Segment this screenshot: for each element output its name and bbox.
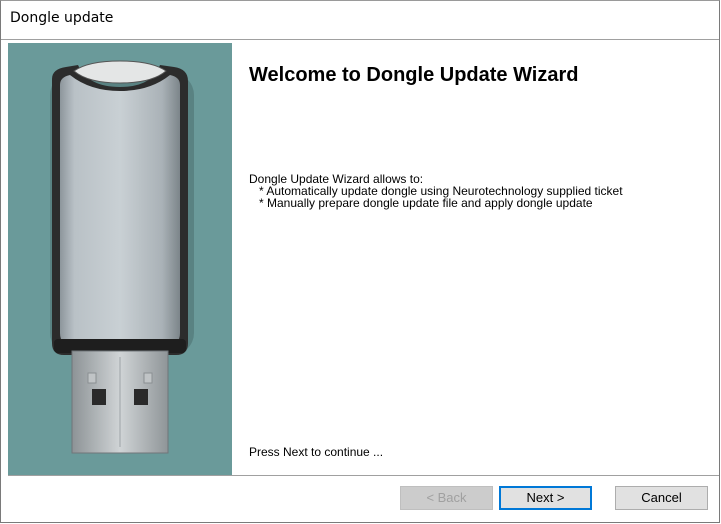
back-button[interactable]: < Back <box>400 486 493 510</box>
title-separator <box>1 39 719 40</box>
side-panel <box>8 43 232 475</box>
cancel-button[interactable]: Cancel <box>615 486 708 510</box>
footer-separator <box>8 475 719 476</box>
description-bullet-manual: * Manually prepare dongle update file an… <box>259 196 593 210</box>
window-title: Dongle update <box>10 10 114 26</box>
welcome-heading: Welcome to Dongle Update Wizard <box>249 64 579 86</box>
next-button[interactable]: Next > <box>499 486 592 510</box>
press-next-text: Press Next to continue ... <box>249 445 384 459</box>
description: Dongle Update Wizard allows to: * Automa… <box>249 173 623 209</box>
main-panel: Welcome to Dongle Update Wizard Dongle U… <box>232 43 719 475</box>
usb-dongle-image <box>50 60 194 454</box>
title-bar: Dongle update <box>1 1 719 40</box>
